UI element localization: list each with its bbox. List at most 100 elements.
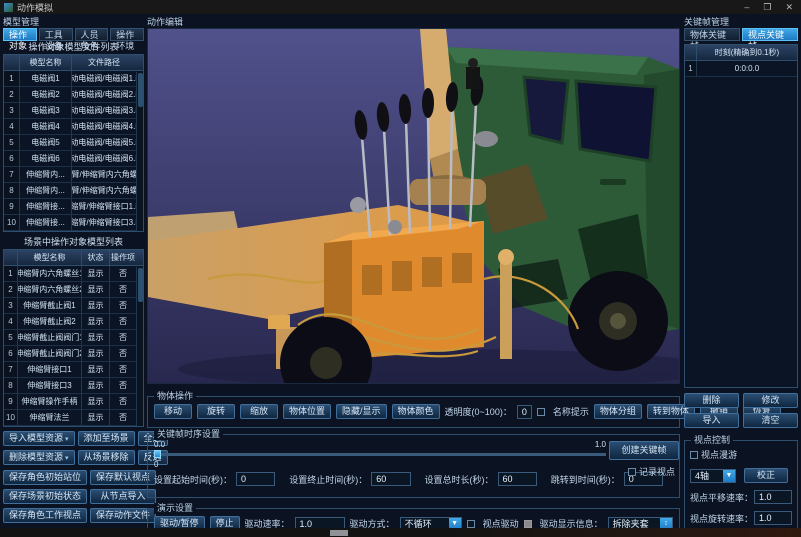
pan-rate-input[interactable]: 1.0 xyxy=(754,490,792,504)
table-cell: 否 xyxy=(110,362,136,377)
chevron-down-icon: ▾ xyxy=(65,455,69,462)
table-cell: 伸缩臂/伸缩臂接口1.ive xyxy=(72,199,136,214)
tab[interactable]: 人员角色 xyxy=(75,28,109,41)
time-field-input[interactable]: 60 xyxy=(498,472,537,486)
scene-model-table-header: 模型名称 状态 操作项 xyxy=(4,250,143,266)
table-row[interactable]: 5伸缩臂截止阀阀门1显示否 xyxy=(4,330,143,346)
table-row[interactable]: 2电磁阀2不动电磁阀/电磁阀2.ive xyxy=(4,87,143,103)
table-cell: 否 xyxy=(110,330,136,345)
tab[interactable]: 操作对象 xyxy=(3,28,37,41)
rotate-rate-input[interactable]: 1.0 xyxy=(754,511,792,525)
delete-model-button[interactable]: 删除模型资源▾ xyxy=(3,450,75,465)
object-op-button[interactable]: 物体位置 xyxy=(283,404,331,419)
drive-info-checkbox[interactable] xyxy=(524,520,532,528)
keyframe-table-header: 时刻(精确到0.1秒) xyxy=(685,45,797,61)
header-operation: 操作项 xyxy=(110,250,136,265)
name-tip-checkbox[interactable] xyxy=(537,408,545,416)
time-field-input[interactable]: 0 xyxy=(236,472,275,486)
table-row[interactable]: 6伸缩臂截止阀阀门2显示否 xyxy=(4,346,143,362)
table-row[interactable]: 9伸缩臂接...伸缩臂/伸缩臂接口1.ive xyxy=(4,199,143,215)
keyframe-button[interactable]: 导入 xyxy=(684,413,739,428)
save-button[interactable]: 保存场景初始状态 xyxy=(3,489,87,504)
save-button[interactable]: 保存角色初始站位 xyxy=(3,470,87,485)
correct-button[interactable]: 校正 xyxy=(744,468,788,483)
table-row[interactable]: 7伸缩臂内...伸缩臂/伸缩臂内六角螺丝... xyxy=(4,167,143,183)
add-to-scene-button[interactable]: 添加至场景 xyxy=(78,431,135,446)
viewport-3d[interactable] xyxy=(147,28,680,384)
tab[interactable]: 工具设备 xyxy=(39,28,73,41)
table-row[interactable]: 7伸缩臂接口1显示否 xyxy=(4,362,143,378)
minimize-button[interactable]: – xyxy=(744,0,749,14)
slider-track[interactable] xyxy=(154,453,606,456)
table-row[interactable]: 10:0:0.0 xyxy=(685,61,797,77)
time-field-input[interactable]: 60 xyxy=(371,472,410,486)
time-field-label: 设置起始时间(秒)： xyxy=(154,473,232,486)
table-row[interactable]: 1电磁阀1不动电磁阀/电磁阀1.ive xyxy=(4,71,143,87)
view-control-title: 视点控制 xyxy=(691,435,733,446)
table-row[interactable]: 6电磁阀6不动电磁阀/电磁阀6.ive xyxy=(4,151,143,167)
table-cell: 显示 xyxy=(82,266,110,281)
table-row[interactable]: 4伸缩臂截止阀2显示否 xyxy=(4,314,143,330)
object-op-button[interactable]: 隐藏/显示 xyxy=(336,404,387,419)
scene-model-table-body: 1伸缩臂内六角螺丝1显示否2伸缩臂内六角螺丝2显示否3伸缩臂截止阀1显示否4伸缩… xyxy=(4,266,143,426)
tab[interactable]: 物体关键帧 xyxy=(684,28,740,41)
pan-rate-label: 视点平移速率： xyxy=(690,491,753,504)
time-field-label: 设置终止时间(秒)： xyxy=(289,473,367,486)
table-row[interactable]: 4电磁阀4不动电磁阀/电磁阀4.ive xyxy=(4,119,143,135)
slider-min-label: 0.0 xyxy=(154,440,165,449)
object-op-button[interactable]: 缩放 xyxy=(240,404,278,419)
keyframe-buttons: 删除修改导入清空 xyxy=(684,393,798,428)
taskbar[interactable] xyxy=(0,528,801,537)
table-cell: 显示 xyxy=(82,378,110,393)
create-keyframe-button[interactable]: 创建关键帧 xyxy=(609,441,679,460)
record-view-checkbox[interactable] xyxy=(628,468,636,476)
maximize-button[interactable]: ❐ xyxy=(763,0,771,14)
table-cell: 6 xyxy=(4,346,18,361)
table-cell: 0:0:0.0 xyxy=(697,61,797,76)
keyframe-table-body: 10:0:0.0 xyxy=(685,61,797,77)
remove-from-scene-button[interactable]: 从场景移除 xyxy=(78,450,135,465)
table-cell: 电磁阀5 xyxy=(20,135,72,150)
table-cell: 5 xyxy=(4,330,18,345)
table-cell: 伸缩臂法兰 xyxy=(18,410,82,425)
timeline-slider[interactable] xyxy=(154,450,606,458)
save-button[interactable]: 保存角色工作视点 xyxy=(3,508,87,523)
object-op-button[interactable]: 旋转 xyxy=(197,404,235,419)
table-row[interactable]: 5电磁阀5不动电磁阀/电磁阀5.ive xyxy=(4,135,143,151)
table-row[interactable]: 8伸缩臂内...伸缩臂/伸缩臂内六角螺丝... xyxy=(4,183,143,199)
truck-3d-model xyxy=(148,29,679,383)
table-cell: 3 xyxy=(4,103,20,118)
table-row[interactable]: 10伸缩臂接...伸缩臂/伸缩臂接口3.ive xyxy=(4,215,143,231)
slider-max-label: 1.0 xyxy=(595,440,606,449)
keyframe-management-panel: 关键帧管理 物体关键帧视点关键帧 时刻(精确到0.1秒) 10:0:0.0 删除… xyxy=(684,16,798,528)
keyframe-button[interactable]: 修改 xyxy=(743,393,798,408)
header-index xyxy=(4,55,20,70)
table-row[interactable]: 8伸缩臂接口3显示否 xyxy=(4,378,143,394)
table-row[interactable]: 3伸缩臂截止阀1显示否 xyxy=(4,298,143,314)
table-cell: 电磁阀2 xyxy=(20,87,72,102)
taskbar-icon[interactable] xyxy=(330,530,348,536)
table-row[interactable]: 1伸缩臂内六角螺丝1显示否 xyxy=(4,266,143,282)
keyframe-button[interactable]: 清空 xyxy=(743,413,798,428)
scene-model-scrollbar[interactable] xyxy=(136,267,143,426)
axis-select[interactable]: 4轴 ▼ xyxy=(690,469,736,483)
import-model-button[interactable]: 导入模型资源▾ xyxy=(3,431,75,446)
object-op-button[interactable]: 移动 xyxy=(154,404,192,419)
view-drive-checkbox[interactable] xyxy=(467,520,475,528)
table-cell: 伸缩臂内... xyxy=(20,183,72,198)
tab[interactable]: 视点关键帧 xyxy=(742,28,798,41)
object-op-button[interactable]: 物体颜色 xyxy=(392,404,440,419)
view-roam-checkbox[interactable] xyxy=(690,451,698,459)
table-row[interactable]: 3电磁阀3不动电磁阀/电磁阀3.ive xyxy=(4,103,143,119)
model-file-scrollbar[interactable] xyxy=(136,72,143,231)
transparency-input[interactable]: 0 xyxy=(517,405,532,419)
table-row[interactable]: 10伸缩臂法兰显示否 xyxy=(4,410,143,426)
close-button[interactable]: ✕ xyxy=(785,0,793,14)
slider-handle[interactable] xyxy=(154,450,161,458)
tab[interactable]: 操作环境 xyxy=(110,28,144,41)
object-op-button[interactable]: 物体分组 xyxy=(594,404,642,419)
table-cell: 否 xyxy=(110,394,136,409)
keyframe-button[interactable]: 删除 xyxy=(684,393,739,408)
table-row[interactable]: 2伸缩臂内六角螺丝2显示否 xyxy=(4,282,143,298)
table-row[interactable]: 9伸缩臂操作手柄显示否 xyxy=(4,394,143,410)
